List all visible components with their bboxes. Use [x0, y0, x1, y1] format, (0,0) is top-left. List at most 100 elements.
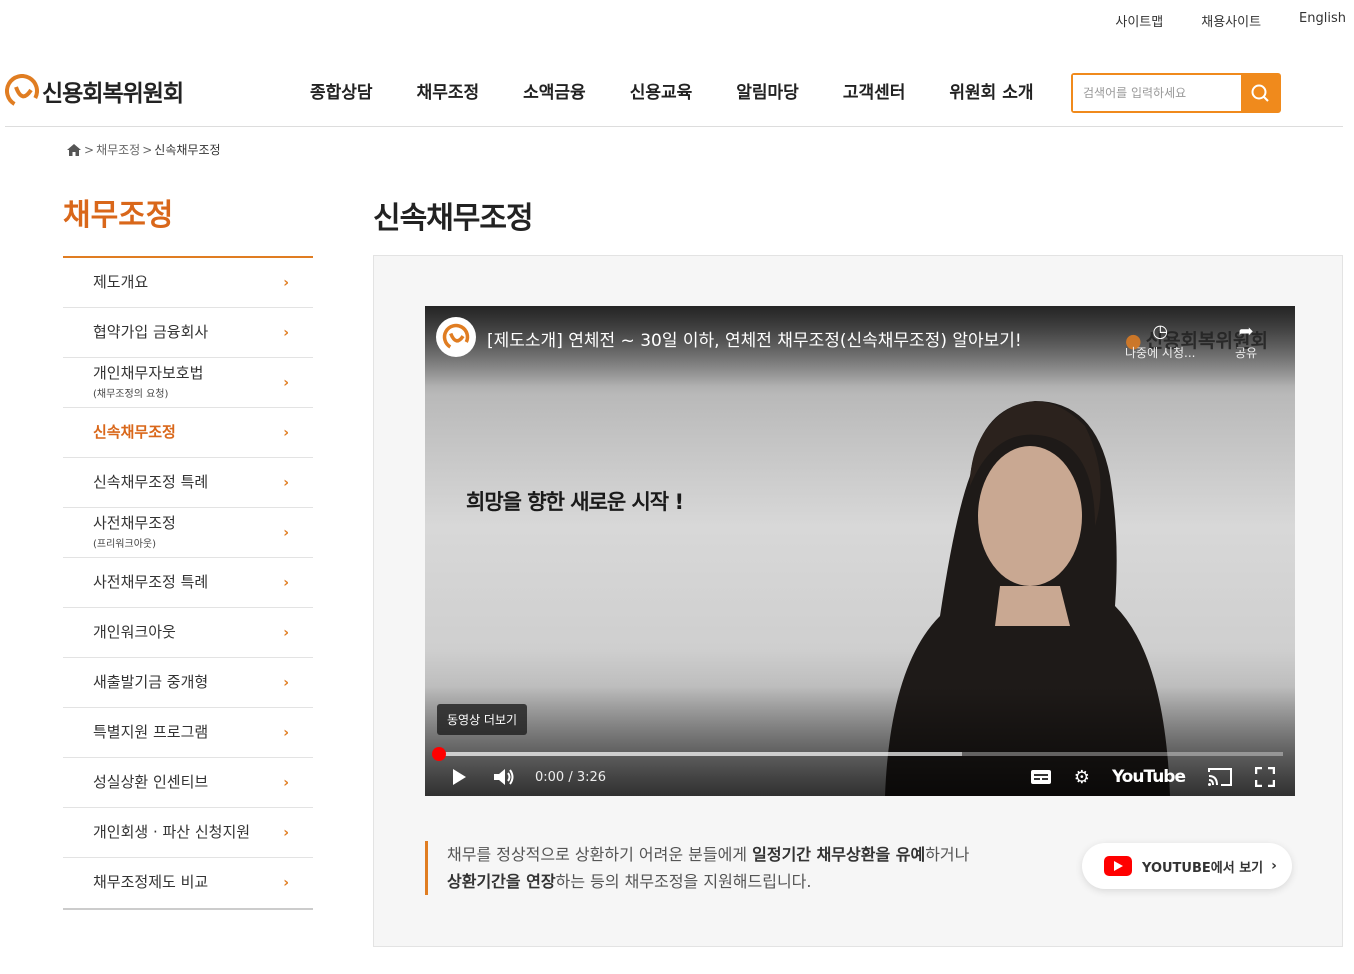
- sidebar-item-pre-workout-special[interactable]: 사전채무조정 특례 ›: [63, 558, 313, 608]
- sidebar-item-debtor-protection-act[interactable]: 개인채무자보호법 (채무조정의 요청) ›: [63, 358, 313, 408]
- chevron-right-icon: ›: [283, 274, 289, 291]
- logo-emblem-icon: [5, 74, 39, 108]
- watch-later-label: 나중에 시청...: [1125, 346, 1196, 360]
- youtube-play-icon: [1104, 856, 1132, 876]
- sidebar-menu: 제도개요 › 협약가입 금융회사 › 개인채무자보호법 (채무조정의 요청) › 신속채…: [63, 256, 313, 910]
- desc-text: 채무를 정상적으로 상환하기 어려운 분들에게: [447, 845, 753, 864]
- breadcrumb-separator: >: [142, 142, 153, 157]
- fullscreen-icon[interactable]: [1255, 767, 1275, 787]
- chevron-right-icon: ›: [283, 875, 289, 891]
- channel-avatar[interactable]: [436, 317, 476, 357]
- sidebar-item-rehabilitation-support[interactable]: 개인회생 · 파산 신청지원 ›: [63, 808, 313, 858]
- sidebar-item-fast-track[interactable]: 신속채무조정 ›: [63, 408, 313, 458]
- play-icon[interactable]: [451, 768, 467, 786]
- volume-icon[interactable]: [493, 767, 517, 787]
- sidebar-item-fast-track-special[interactable]: 신속채무조정 특례 ›: [63, 458, 313, 508]
- sidebar-item-label: 신속채무조정 특례: [93, 472, 209, 491]
- page-title: 신속채무조정: [373, 201, 534, 236]
- video-progress-bar[interactable]: [432, 747, 1283, 761]
- settings-gear-icon[interactable]: ⚙: [1074, 767, 1090, 788]
- desc-text: 하거나: [925, 845, 970, 864]
- nav-item-microfinance[interactable]: 소액금융: [523, 78, 586, 103]
- share-label: 공유: [1235, 346, 1258, 360]
- video-time: 0:00 / 3:26: [535, 769, 607, 785]
- desc-text: 하는 등의 채무조정을 지원해드립니다.: [555, 872, 812, 891]
- video-caption: 희망을 향한 새로운 시작 !: [466, 490, 684, 514]
- chevron-right-icon: ›: [283, 574, 289, 591]
- cast-icon[interactable]: [1207, 767, 1233, 787]
- clock-icon: ◷: [1152, 321, 1169, 342]
- video-buffered-bar: [437, 752, 962, 756]
- sidebar-item-overview[interactable]: 제도개요 ›: [63, 258, 313, 308]
- chevron-right-icon: ›: [283, 424, 289, 441]
- sidebar-item-label: 특별지원 프로그램: [93, 722, 209, 741]
- more-videos-button[interactable]: 동영상 더보기: [437, 704, 528, 735]
- sidebar-item-label: 제도개요: [93, 272, 149, 291]
- sidebar-item-label: 신속채무조정: [93, 422, 176, 441]
- chevron-right-icon: ›: [283, 824, 289, 841]
- subtitles-icon[interactable]: [1030, 769, 1052, 785]
- search-icon: [1251, 84, 1269, 102]
- search-button[interactable]: [1241, 75, 1279, 111]
- nav-item-about[interactable]: 위원회 소개: [949, 78, 1033, 103]
- recruit-link[interactable]: 채용사이트: [1201, 11, 1261, 31]
- nav-item-debt-adjustment[interactable]: 채무조정: [417, 78, 480, 103]
- sidebar-item-label: 사전채무조정: [93, 514, 176, 533]
- sidebar-item-label: 개인채무자보호법: [93, 364, 204, 383]
- desc-highlight: 상환기간을 연장: [447, 872, 556, 891]
- nav-item-customer-center[interactable]: 고객센터: [843, 78, 906, 103]
- desc-highlight: 일정기간 채무상환을 유예: [752, 845, 926, 864]
- english-link[interactable]: English: [1299, 11, 1346, 31]
- sidebar-item-comparison[interactable]: 채무조정제도 비교 ›: [63, 858, 313, 908]
- watch-later-button[interactable]: ◷ 나중에 시청...: [1125, 320, 1195, 361]
- breadcrumb: > 채무조정 > 신속채무조정: [66, 141, 221, 158]
- sidebar-item-sublabel: (프리워크아웃): [93, 538, 157, 550]
- nav-item-notice[interactable]: 알림마당: [736, 78, 799, 103]
- channel-logo-icon: [442, 323, 470, 351]
- sitemap-link[interactable]: 사이트맵: [1115, 11, 1163, 31]
- video-scrubber-handle[interactable]: [432, 747, 446, 761]
- breadcrumb-level1[interactable]: 채무조정: [96, 141, 140, 158]
- share-icon: ➦: [1238, 321, 1254, 342]
- site-logo[interactable]: 신용회복위원회: [5, 74, 184, 108]
- nav-item-credit-education[interactable]: 신용교육: [630, 78, 693, 103]
- nav-item-consult[interactable]: 종합상담: [310, 78, 373, 103]
- video-title[interactable]: [제도소개] 연체전 ~ 30일 이하, 연체전 채무조정(신속채무조정) 알아…: [487, 326, 1022, 351]
- chevron-right-icon: ›: [283, 624, 289, 641]
- sidebar-item-pre-workout[interactable]: 사전채무조정 (프리워크아웃) ›: [63, 508, 313, 558]
- search-input[interactable]: [1073, 75, 1241, 111]
- header-divider: [5, 126, 1343, 127]
- chevron-right-icon: ›: [283, 774, 289, 791]
- sidebar-item-label: 개인회생 · 파산 신청지원: [93, 822, 251, 841]
- youtube-logo[interactable]: YouTube: [1112, 767, 1186, 787]
- chevron-right-icon: ›: [283, 324, 289, 341]
- sidebar-item-label: 개인워크아웃: [93, 622, 176, 641]
- sidebar-item-label: 새출발기금 중개형: [93, 672, 209, 691]
- chevron-right-icon: ›: [283, 474, 289, 491]
- breadcrumb-separator: >: [84, 142, 95, 157]
- content-panel: [제도소개] 연체전 ~ 30일 이하, 연체전 채무조정(신속채무조정) 알아…: [373, 255, 1343, 947]
- sidebar-item-sublabel: (채무조정의 요청): [93, 388, 169, 400]
- sidebar-title: 채무조정: [63, 198, 174, 233]
- sidebar-item-personal-workout[interactable]: 개인워크아웃 ›: [63, 608, 313, 658]
- video-player[interactable]: [제도소개] 연체전 ~ 30일 이하, 연체전 채무조정(신속채무조정) 알아…: [425, 306, 1295, 796]
- sidebar-item-incentive[interactable]: 성실상환 인센티브 ›: [63, 758, 313, 808]
- chevron-right-icon: ›: [283, 724, 289, 741]
- home-icon[interactable]: [66, 143, 82, 157]
- sidebar-item-label: 성실상환 인센티브: [93, 772, 209, 791]
- watch-on-youtube-label: YOUTUBE에서 보기: [1142, 860, 1264, 876]
- watch-on-youtube-button[interactable]: YOUTUBE에서 보기 ›: [1082, 843, 1292, 889]
- video-controls-right: ⚙ YouTube: [1008, 767, 1275, 788]
- chevron-right-icon: ›: [283, 674, 289, 691]
- sidebar-item-special-program[interactable]: 특별지원 프로그램 ›: [63, 708, 313, 758]
- share-button[interactable]: ➦ 공유: [1235, 320, 1257, 361]
- video-controls: 0:00 / 3:26 ⚙ YouTube: [425, 762, 1295, 792]
- chevron-right-icon: ›: [283, 374, 289, 391]
- utility-nav: 사이트맵 채용사이트 English: [1077, 11, 1354, 31]
- breadcrumb-current: 신속채무조정: [154, 143, 221, 157]
- main-nav: 종합상담 채무조정 소액금융 신용교육 알림마당 고객센터 위원회 소개: [288, 78, 1056, 103]
- sidebar-item-label: 채무조정제도 비교: [93, 873, 209, 892]
- sidebar-item-member-institutions[interactable]: 협약가입 금융회사 ›: [63, 308, 313, 358]
- chevron-right-icon: ›: [283, 524, 289, 541]
- sidebar-item-fresh-start-fund[interactable]: 새출발기금 중개형 ›: [63, 658, 313, 708]
